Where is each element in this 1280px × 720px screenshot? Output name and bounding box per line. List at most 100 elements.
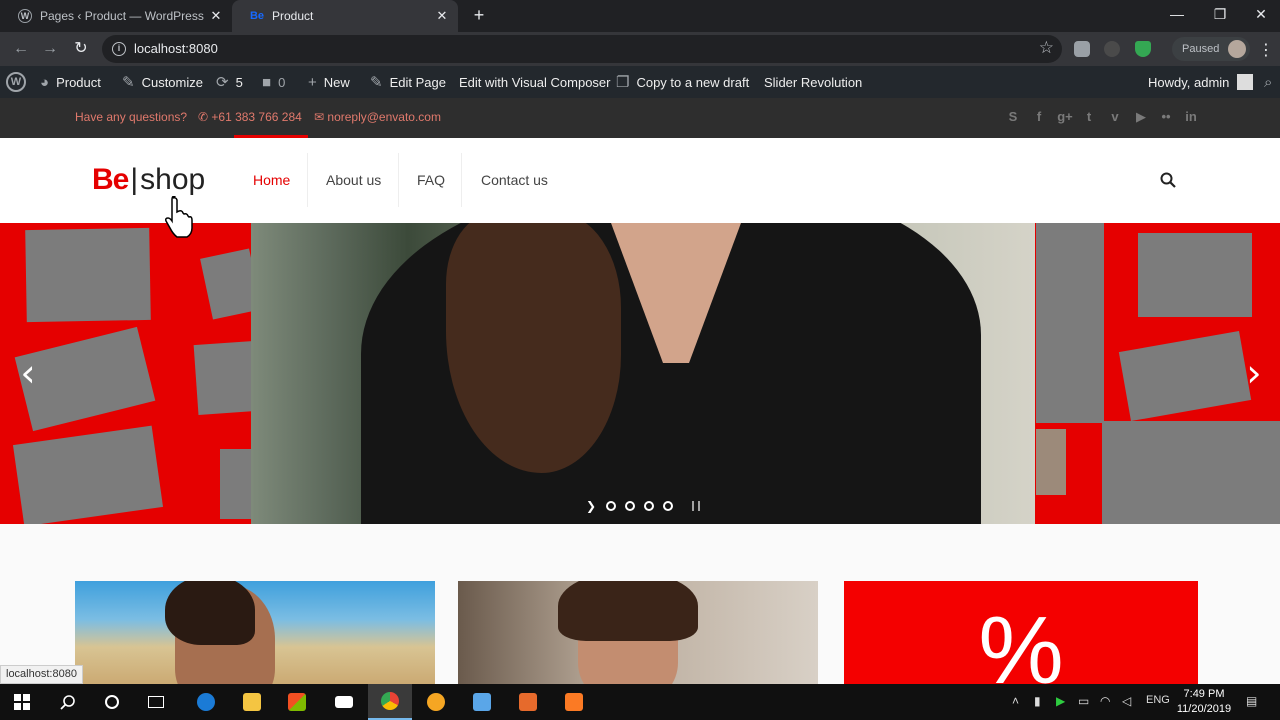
battery-icon[interactable]: ▭ (1078, 694, 1089, 708)
new-tab-button[interactable]: + (468, 5, 490, 27)
skype-icon[interactable]: S (1004, 108, 1022, 126)
store-button[interactable] (275, 684, 319, 720)
top-info-bar: Have any questions? ✆ +61 383 766 284 ✉ … (0, 98, 1280, 138)
promo-card-beach[interactable] (75, 581, 435, 691)
camera-extension-icon[interactable] (1074, 41, 1090, 57)
address-bar[interactable]: i localhost:8080 ☆ (102, 35, 1062, 63)
slider-bullet[interactable] (644, 501, 655, 511)
pause-icon[interactable] (692, 501, 701, 511)
updates-link[interactable]: ⟳ 5 (216, 66, 243, 98)
windows-taskbar: ˄ ▮ ▶ ▭ ◠ ◁ ENG 7:49 PM 11/20/2019 ▤ (0, 684, 1280, 720)
linkedin-icon[interactable]: in (1182, 108, 1200, 126)
cortana-button[interactable] (90, 684, 134, 720)
site-info-icon[interactable]: i (112, 42, 126, 56)
placeholder-shape (1036, 223, 1104, 423)
updates-count: 5 (235, 74, 243, 90)
shield-extension-icon[interactable] (1135, 41, 1151, 57)
slider-revolution-link[interactable]: Slider Revolution (764, 66, 862, 98)
mail-button[interactable] (322, 684, 366, 720)
envelope-icon: ✉ (314, 110, 328, 124)
tab-product[interactable]: Be Product ✕ (232, 0, 458, 32)
wifi-icon[interactable]: ◠ (1100, 694, 1110, 708)
extension-icon[interactable] (1104, 41, 1120, 57)
youtube-icon[interactable]: ▶ (1132, 108, 1150, 126)
facebook-icon[interactable]: f (1030, 108, 1048, 126)
slider-bullet[interactable] (625, 501, 636, 511)
status-bar-url: localhost:8080 (0, 665, 83, 684)
tab-title: Product (272, 9, 314, 23)
phone-link[interactable]: ✆ +61 383 766 284 (198, 110, 302, 124)
menu-item-faq[interactable]: FAQ (417, 172, 445, 188)
profile-button[interactable]: Paused (1172, 37, 1250, 61)
browser-tab-strip: W Pages ‹ Product — WordPress ✕ Be Produ… (0, 0, 1280, 32)
promo-card-portrait[interactable] (458, 581, 818, 691)
slider-bullet[interactable] (606, 501, 617, 511)
play-tray-icon[interactable]: ▶ (1056, 694, 1065, 708)
admin-search-button[interactable]: ⌕ (1264, 66, 1279, 98)
volume-icon[interactable]: ◁ (1122, 694, 1131, 708)
system-clock[interactable]: 7:49 PM 11/20/2019 (1176, 687, 1232, 717)
language-indicator[interactable]: ENG (1146, 694, 1170, 706)
search-icon: ⌕ (1264, 73, 1273, 91)
bookmark-star-icon[interactable]: ☆ (1039, 38, 1054, 58)
copy-draft-link[interactable]: ❐ Copy to a new draft (616, 66, 749, 98)
store-icon (288, 693, 306, 711)
play-icon[interactable]: ❯ (586, 499, 596, 513)
hero-slider[interactable]: ‹ › ❯ (0, 223, 1280, 524)
xampp-button[interactable] (552, 684, 596, 720)
chrome-button[interactable] (368, 684, 412, 720)
minimize-button[interactable]: — (1156, 0, 1198, 28)
maximize-button[interactable]: ❐ (1199, 0, 1241, 28)
slider-prev-arrow[interactable]: ‹ (16, 353, 40, 393)
new-content-link[interactable]: + New (308, 66, 350, 98)
slider-bullet[interactable] (663, 501, 674, 511)
slider-next-arrow[interactable]: › (1242, 353, 1266, 393)
chrome-icon (381, 692, 399, 710)
reload-button[interactable]: ↻ (70, 38, 92, 60)
tab-wordpress-pages[interactable]: W Pages ‹ Product — WordPress ✕ (0, 0, 232, 32)
flickr-icon[interactable]: •• (1157, 108, 1175, 126)
search-button[interactable] (46, 684, 90, 720)
back-button[interactable]: ← (10, 38, 32, 60)
my-account-link[interactable]: Howdy, admin (1148, 66, 1254, 98)
close-window-button[interactable]: ✕ (1240, 0, 1280, 28)
wp-admin-bar: W ◕ Product ✎ Customize ⟳ 5 ■ 0 + New ✎ … (0, 66, 1280, 98)
email-link[interactable]: ✉ noreply@envato.com (314, 110, 441, 124)
site-name-link[interactable]: ◕ Product (40, 66, 101, 98)
promo-card-sale[interactable]: % (844, 581, 1198, 691)
menu-item-home[interactable]: Home (253, 172, 290, 188)
menu-kebab-icon[interactable]: ⋮ (1258, 40, 1274, 60)
vimeo-icon[interactable]: v (1106, 108, 1124, 126)
forward-button[interactable]: → (39, 38, 61, 60)
remote-desktop-button[interactable] (460, 684, 504, 720)
pencil-icon: ✎ (370, 74, 383, 91)
wp-logo-button[interactable]: W (6, 66, 26, 98)
app-button[interactable] (414, 684, 458, 720)
notifications-icon[interactable]: ▤ (1246, 694, 1257, 708)
search-icon[interactable] (1160, 172, 1176, 188)
site-logo[interactable]: Be|shop (92, 162, 205, 198)
office-button[interactable] (506, 684, 550, 720)
comments-link[interactable]: ■ 0 (262, 66, 285, 98)
google-plus-icon[interactable]: g+ (1056, 108, 1074, 126)
avatar (1237, 74, 1254, 90)
twitter-icon[interactable]: t (1080, 108, 1098, 126)
menu-item-about-us[interactable]: About us (326, 172, 381, 188)
placeholder-shape (25, 227, 151, 323)
microphone-icon[interactable]: ▮ (1034, 694, 1041, 708)
close-tab-icon[interactable]: ✕ (434, 8, 450, 24)
start-button[interactable] (0, 684, 44, 720)
file-explorer-button[interactable] (230, 684, 274, 720)
app-icon (427, 693, 445, 711)
task-view-button[interactable] (134, 684, 178, 720)
edit-page-link[interactable]: ✎ Edit Page (370, 66, 446, 98)
avatar (1228, 40, 1246, 58)
new-label: New (323, 74, 350, 90)
customize-link[interactable]: ✎ Customize (122, 66, 203, 98)
show-hidden-icons[interactable]: ˄ (1012, 694, 1019, 708)
close-tab-icon[interactable]: ✕ (208, 8, 224, 24)
menu-item-contact-us[interactable]: Contact us (481, 172, 548, 188)
windows-logo-icon (14, 694, 30, 710)
visual-composer-link[interactable]: Edit with Visual Composer (459, 66, 611, 98)
edge-button[interactable] (184, 684, 228, 720)
